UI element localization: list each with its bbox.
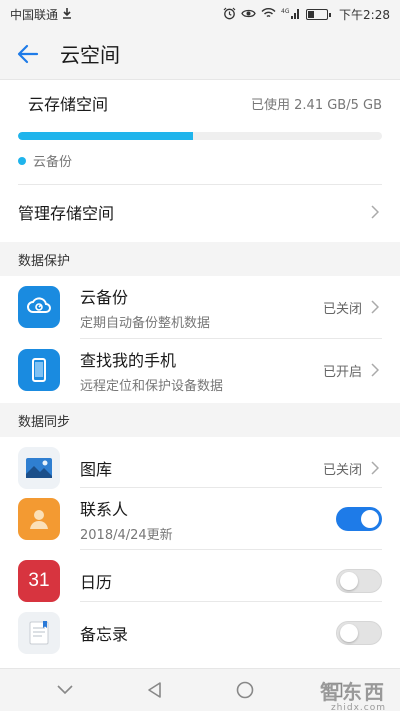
- watermark: 智东西 zhidx.com: [320, 676, 386, 711]
- back-arrow-icon[interactable]: [8, 34, 48, 74]
- storage-progress-bar: [18, 132, 382, 140]
- status-bar: 中国联通 4G 下午2:28: [0, 0, 400, 28]
- chevron-right-icon: [368, 205, 382, 219]
- item-status: 已开启: [322, 364, 362, 380]
- download-icon: [62, 7, 72, 21]
- watermark-sub: zhidx.com: [330, 703, 386, 711]
- find-phone-icon: [18, 349, 60, 391]
- item-subtitle: 定期自动备份整机数据: [80, 315, 211, 331]
- list-item-cloud-backup[interactable]: 云备份 定期自动备份整机数据 已关闭: [0, 276, 400, 338]
- svg-text:4G: 4G: [281, 8, 290, 15]
- item-title: 图库: [80, 460, 113, 479]
- item-status: 已关闭: [322, 301, 362, 317]
- carrier-label: 中国联通: [10, 7, 59, 22]
- storage-progress-fill: [18, 132, 194, 140]
- app-header: 云空间: [0, 28, 400, 80]
- storage-title: 云存储空间: [28, 95, 109, 114]
- chevron-right-icon: [368, 461, 382, 475]
- chevron-right-icon: [368, 363, 382, 377]
- section-header-sync: 数据同步: [0, 403, 400, 437]
- item-title: 日历: [80, 573, 113, 592]
- list-item-find-phone[interactable]: 查找我的手机 远程定位和保护设备数据 已开启: [0, 339, 400, 401]
- storage-legend: 云备份: [18, 151, 382, 170]
- chevron-right-icon: [368, 300, 382, 314]
- signal-icon: 4G: [281, 7, 301, 21]
- list-item-contacts[interactable]: 联系人 2018/4/24更新: [0, 488, 400, 550]
- alarm-icon: [223, 7, 236, 22]
- nav-back-triangle-icon[interactable]: [135, 670, 175, 710]
- item-status: 已关闭: [322, 462, 362, 478]
- storage-card: 云存储空间 已使用 2.41 GB/5 GB 云备份: [0, 81, 400, 184]
- list-item-notes[interactable]: 备忘录: [0, 602, 400, 664]
- contacts-icon: [18, 498, 60, 540]
- item-title: 云备份: [80, 287, 129, 307]
- watermark-main: 智东西: [320, 680, 386, 704]
- battery-icon: [306, 8, 332, 20]
- contacts-sync-toggle[interactable]: [336, 507, 382, 531]
- item-title: 备忘录: [80, 625, 129, 644]
- storage-used-text: 已使用 2.41 GB/5 GB: [251, 97, 382, 113]
- item-title: 查找我的手机: [80, 350, 177, 370]
- page-title: 云空间: [60, 43, 120, 67]
- manage-storage-label: 管理存储空间: [18, 204, 115, 223]
- legend-label: 云备份: [33, 155, 73, 170]
- cloud-backup-icon: [18, 286, 60, 328]
- eye-icon: [241, 8, 256, 21]
- calendar-icon: 31: [18, 560, 60, 602]
- calendar-sync-toggle[interactable]: [336, 569, 382, 593]
- legend-dot: [18, 156, 26, 165]
- notes-icon: [18, 612, 60, 654]
- item-subtitle: 2018/4/24更新: [80, 527, 173, 543]
- chevron-down-icon[interactable]: [45, 670, 85, 710]
- wifi-icon: [261, 7, 276, 21]
- gallery-icon: [18, 447, 60, 489]
- item-subtitle: 远程定位和保护设备数据: [80, 378, 224, 394]
- manage-storage-row[interactable]: 管理存储空间: [0, 185, 400, 239]
- notes-sync-toggle[interactable]: [336, 621, 382, 645]
- clock: 下午2:28: [339, 7, 390, 22]
- nav-home-circle-icon[interactable]: [225, 670, 265, 710]
- item-title: 联系人: [80, 499, 129, 519]
- section-header-protection: 数据保护: [0, 242, 400, 276]
